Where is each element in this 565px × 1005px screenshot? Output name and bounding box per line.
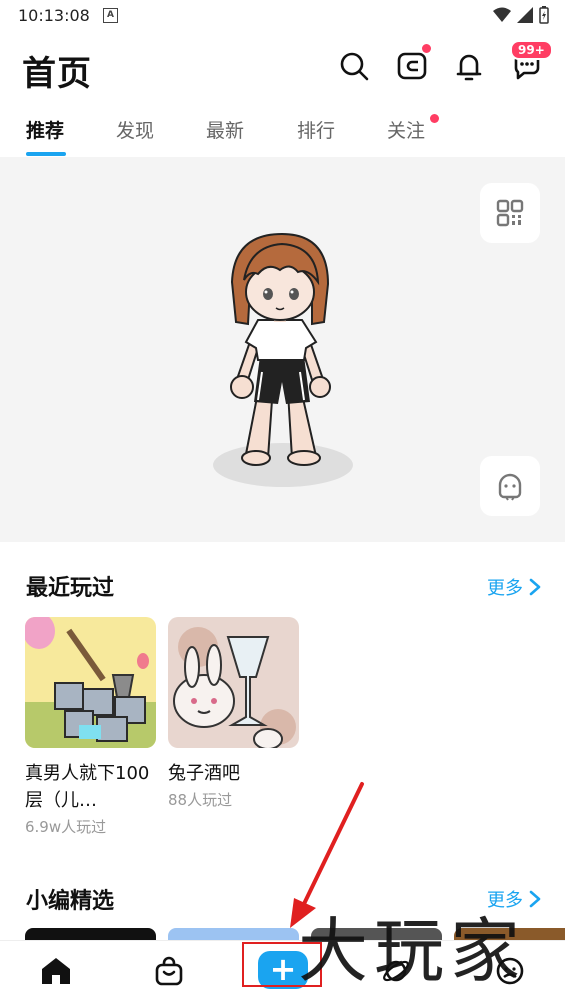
recent-more-label: 更多 [487,578,523,599]
wallet-icon[interactable] [396,50,428,82]
tab-latest[interactable]: 最新 [206,116,244,143]
avatar-showcase [0,157,565,542]
avatar-icon [498,473,522,501]
bell-icon[interactable] [453,50,485,82]
picks-section-title: 小编精选 [26,889,115,914]
qr-code-button[interactable] [480,183,540,243]
game-play-count: 6.9w人玩过 [25,818,107,836]
game-title: 真男人就下100层（儿… [25,763,150,811]
active-tab-indicator [26,152,66,156]
notification-a-icon: A [103,8,118,23]
status-bar: 10:13:08 A [0,0,565,32]
page-title: 首页 [22,54,92,94]
status-time: 10:13:08 [18,6,90,25]
nav-home[interactable] [38,953,74,989]
avatar-edit-button[interactable] [480,456,540,516]
wallet-dot [422,44,431,53]
battery-icon [539,6,549,24]
wifi-icon [493,7,511,22]
recent-more-link[interactable]: 更多 [487,574,541,600]
tab-recommend[interactable]: 推荐 [26,116,64,143]
follow-dot [430,114,439,123]
tab-ranking[interactable]: 排行 [297,116,335,143]
signal-icon [517,7,533,23]
tab-bar: 推荐 发现 最新 排行 关注 [0,110,565,158]
game-thumbnail [168,617,299,748]
game-thumbnail [25,617,156,748]
message-count-badge: 99+ [510,40,553,60]
search-icon[interactable] [338,50,370,82]
watermark-text: 大玩家 [298,910,526,992]
tab-discover[interactable]: 发现 [116,116,154,143]
recent-game-card[interactable]: 真男人就下100层（儿… 6.9w人玩过 [25,617,156,837]
chevron-right-icon [529,890,541,908]
tab-follow[interactable]: 关注 [387,116,425,143]
chevron-right-icon [529,578,541,596]
recent-section-title: 最近玩过 [26,576,115,601]
header: 首页 [0,38,565,98]
home-icon [42,958,70,984]
nav-shop[interactable] [151,953,187,989]
qr-code-icon [496,199,524,227]
shop-bag-icon [155,956,183,986]
avatar-character-illustration [213,232,353,487]
